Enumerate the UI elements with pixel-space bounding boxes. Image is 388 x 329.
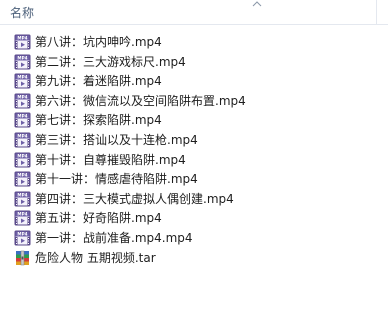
video-file-icon: MP4 (14, 34, 31, 50)
video-file-icon: MP4 (14, 152, 31, 168)
file-name: 第七讲：探索陷阱.mp4 (35, 113, 162, 128)
name-column-header[interactable]: 名称 (10, 4, 34, 21)
file-row[interactable]: MP4 第十一讲：情感虐待陷阱.mp4 (0, 169, 388, 189)
file-row[interactable]: MP4 第二讲：三大游戏标尺.mp4 (0, 52, 388, 72)
file-name: 第三讲：搭讪以及十连枪.mp4 (35, 132, 198, 147)
svg-text:MP4: MP4 (17, 153, 27, 158)
video-file-icon: MP4 (14, 191, 31, 207)
file-row[interactable]: MP4 第七讲：探索陷阱.mp4 (0, 110, 388, 130)
svg-text:MP4: MP4 (17, 173, 27, 178)
file-row[interactable]: MP4 第一讲：战前准备.mp4.mp4 (0, 228, 388, 248)
file-name: 第五讲：好奇陷阱.mp4 (35, 211, 162, 226)
video-file-icon: MP4 (14, 132, 31, 148)
video-file-icon: MP4 (14, 171, 31, 187)
file-name: 第四讲：三大模式虚拟人偶创建.mp4 (35, 191, 234, 206)
file-name: 第九讲：着迷陷阱.mp4 (35, 74, 162, 89)
video-file-icon: MP4 (14, 210, 31, 226)
svg-text:MP4: MP4 (17, 55, 27, 60)
video-file-icon: MP4 (14, 112, 31, 128)
column-header: 名称 (0, 0, 388, 25)
column-divider[interactable] (376, 0, 377, 24)
video-file-icon: MP4 (14, 93, 31, 109)
svg-text:MP4: MP4 (17, 75, 27, 80)
svg-text:MP4: MP4 (17, 36, 27, 41)
file-row[interactable]: MP4 第九讲：着迷陷阱.mp4 (0, 71, 388, 91)
video-file-icon: MP4 (14, 54, 31, 70)
file-row[interactable]: MP4 第六讲：微信流以及空间陷阱布置.mp4 (0, 91, 388, 111)
archive-file-icon (14, 250, 31, 266)
file-name: 第十一讲：情感虐待陷阱.mp4 (35, 172, 198, 187)
file-row[interactable]: MP4 第四讲：三大模式虚拟人偶创建.mp4 (0, 189, 388, 209)
file-list: MP4 第八讲：坑内呻吟.mp4 MP4 第二讲：三大游戏标尺.mp4 MP4 第九讲：着… (0, 32, 388, 267)
file-row[interactable]: MP4 第八讲：坑内呻吟.mp4 (0, 32, 388, 52)
file-row[interactable]: MP4 第五讲：好奇陷阱.mp4 (0, 208, 388, 228)
file-row[interactable]: 危险人物 五期视频.tar (0, 248, 388, 268)
svg-text:MP4: MP4 (17, 212, 27, 217)
svg-text:MP4: MP4 (17, 114, 27, 119)
file-name: 第十讲：自尊摧毁陷阱.mp4 (35, 152, 186, 167)
video-file-icon: MP4 (14, 230, 31, 246)
file-name: 危险人物 五期视频.tar (35, 250, 156, 265)
svg-text:MP4: MP4 (17, 134, 27, 139)
file-row[interactable]: MP4 第十讲：自尊摧毁陷阱.mp4 (0, 150, 388, 170)
file-name: 第六讲：微信流以及空间陷阱布置.mp4 (35, 93, 246, 108)
sort-ascending-icon (252, 1, 262, 7)
svg-text:MP4: MP4 (17, 192, 27, 197)
svg-text:MP4: MP4 (17, 94, 27, 99)
video-file-icon: MP4 (14, 73, 31, 89)
file-name: 第二讲：三大游戏标尺.mp4 (35, 54, 186, 69)
file-name: 第一讲：战前准备.mp4.mp4 (35, 230, 193, 245)
svg-text:MP4: MP4 (17, 232, 27, 237)
file-name: 第八讲：坑内呻吟.mp4 (35, 35, 162, 49)
file-row[interactable]: MP4 第三讲：搭讪以及十连枪.mp4 (0, 130, 388, 150)
